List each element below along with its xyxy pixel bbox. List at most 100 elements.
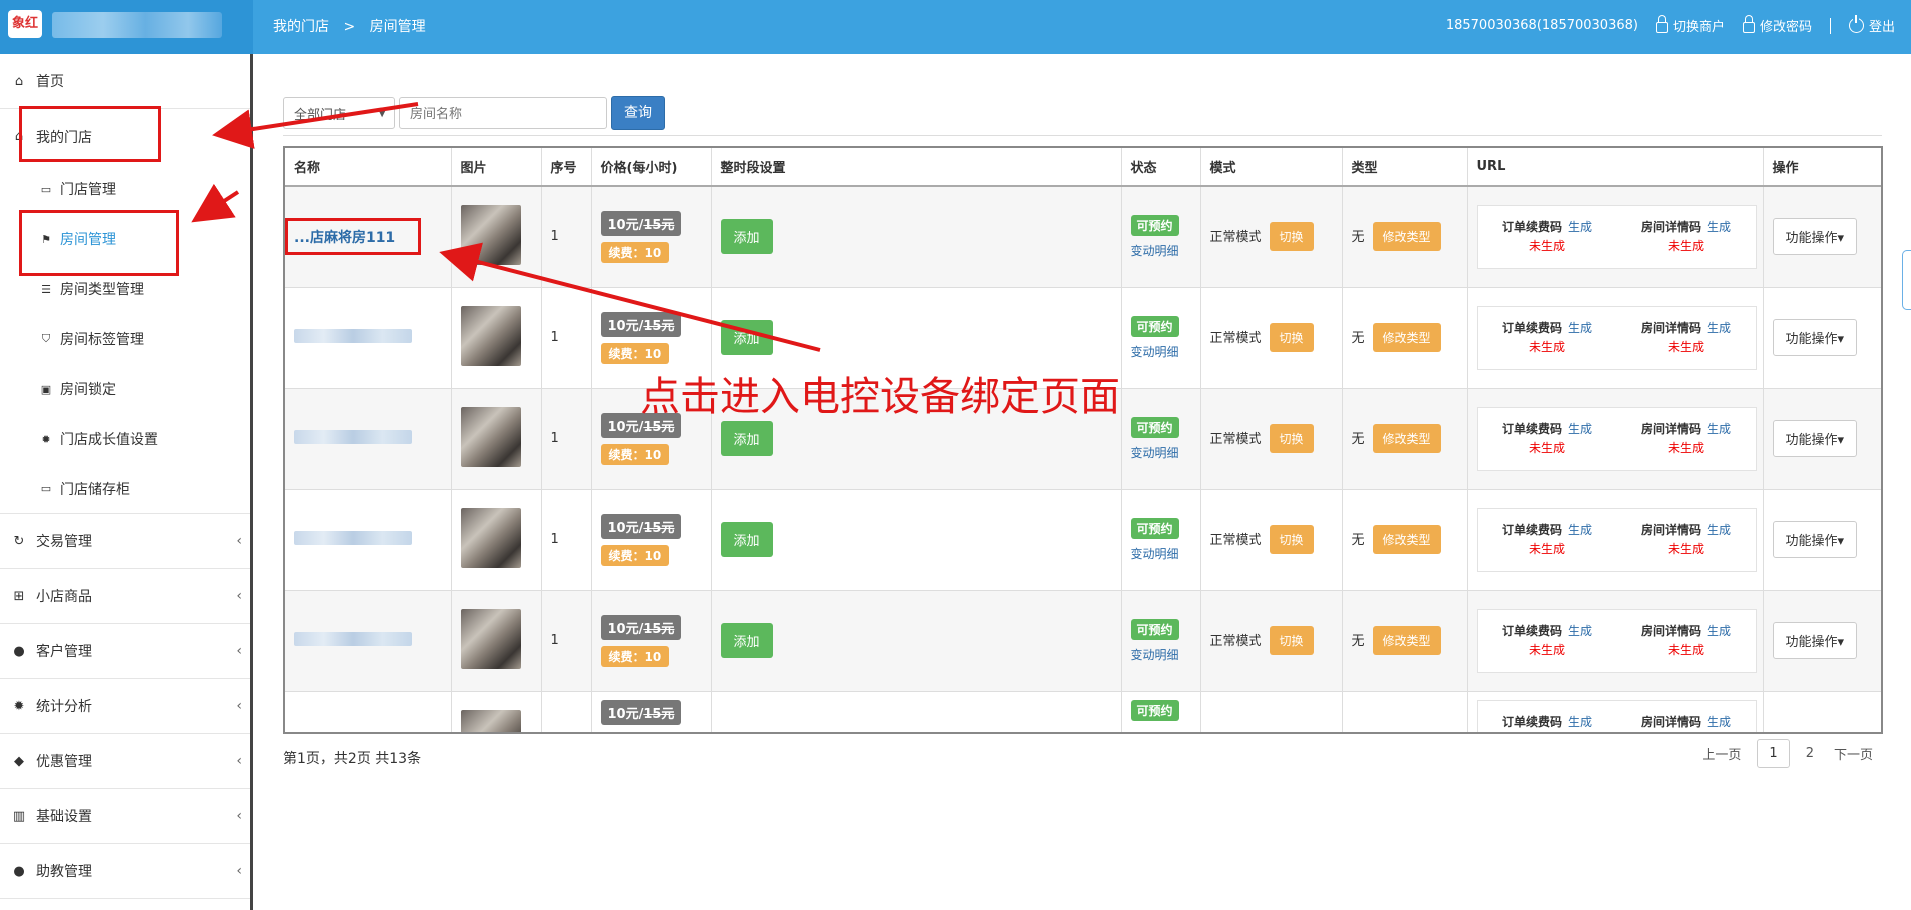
generate-link[interactable]: 生成	[1568, 220, 1592, 234]
blurred-room-name[interactable]	[294, 733, 412, 735]
column-header: URL	[1467, 148, 1764, 187]
price-cell: 10元/15元 续费：10	[591, 489, 712, 591]
column-header: 价格(每小时)	[591, 148, 712, 187]
generate-link[interactable]: 生成	[1707, 715, 1731, 729]
room-name-input[interactable]	[399, 97, 607, 129]
side-scroll-tab[interactable]	[1902, 250, 1911, 310]
name-cell	[285, 691, 452, 735]
switch-mode-button[interactable]: 切换	[1269, 323, 1314, 352]
sidebar-item-assistant-management[interactable]: ● 助教管理 ‹	[0, 844, 250, 899]
function-menu-button[interactable]: 功能操作▾	[1772, 218, 1858, 256]
change-type-button[interactable]: 修改类型	[1372, 626, 1441, 655]
image-cell	[451, 590, 542, 692]
type-cell: 无修改类型	[1342, 489, 1468, 591]
generate-link[interactable]: 生成	[1568, 715, 1592, 729]
generate-link[interactable]: 生成	[1568, 523, 1592, 537]
type-cell	[1342, 691, 1468, 732]
generate-link[interactable]: 生成	[1707, 321, 1731, 335]
not-generated-label: 未生成	[1528, 339, 1565, 354]
divider	[1829, 17, 1831, 34]
sidebar-subitem-room-lock[interactable]: ▣ 房间锁定	[0, 364, 250, 414]
sidebar-subitem-store-locker[interactable]: ▭ 门店储存柜	[0, 464, 250, 514]
user-icon: ●	[13, 643, 25, 659]
renew-badge: 续费：10	[600, 342, 670, 364]
barcode-icon: ▥	[12, 808, 26, 824]
seq-cell: 1	[541, 489, 592, 591]
not-generated-label: 未生成	[1528, 541, 1565, 556]
next-page-button[interactable]: 下一页	[1824, 738, 1883, 769]
switch-mode-button[interactable]: 切换	[1269, 525, 1314, 554]
sidebar-item-customers[interactable]: ● 客户管理 ‹	[0, 624, 250, 679]
blurred-room-name[interactable]	[294, 429, 412, 444]
generate-link[interactable]: 生成	[1707, 422, 1731, 436]
blurred-room-name[interactable]	[294, 530, 412, 545]
status-badge: 可预约	[1130, 618, 1179, 640]
status-badge: 可预约	[1130, 214, 1179, 236]
sidebar-subitem-room-management[interactable]: ⚑ 房间管理	[0, 214, 250, 264]
sidebar-item-basic-settings[interactable]: ▥ 基础设置 ‹	[0, 789, 250, 844]
sidebar-subitem-store-management[interactable]: ▭ 门店管理	[0, 164, 250, 214]
switch-mode-button[interactable]: 切换	[1269, 222, 1314, 252]
change-type-button[interactable]: 修改类型	[1372, 525, 1441, 554]
page-1-button[interactable]: 1	[1757, 739, 1790, 768]
add-period-button[interactable]: 添加	[720, 421, 773, 456]
change-type-button[interactable]: 修改类型	[1372, 323, 1441, 352]
column-header: 图片	[451, 148, 542, 187]
page-2-button[interactable]: 2	[1796, 740, 1824, 767]
room-name-link[interactable]: ...店麻将房111	[294, 230, 395, 246]
function-menu-button[interactable]: 功能操作▾	[1772, 521, 1858, 558]
add-period-button[interactable]: 添加	[720, 522, 773, 557]
column-header: 模式	[1200, 148, 1343, 187]
prev-page-button[interactable]: 上一页	[1692, 738, 1751, 769]
inbox-icon: ▭	[40, 482, 52, 495]
generate-link[interactable]: 生成	[1568, 422, 1592, 436]
function-menu-button[interactable]: 功能操作▾	[1772, 319, 1858, 356]
table-header-row: 名称 图片 序号 价格(每小时) 整时段设置 状态 模式 类型 URL 操作	[285, 148, 1881, 187]
generate-link[interactable]: 生成	[1707, 523, 1731, 537]
change-detail-link[interactable]: 变动明细	[1131, 444, 1200, 461]
change-detail-link[interactable]: 变动明细	[1131, 343, 1200, 360]
sidebar-subitem-room-type-management[interactable]: ☰ 房间类型管理	[0, 264, 250, 314]
type-cell: 无修改类型	[1342, 186, 1468, 288]
change-detail-link[interactable]: 变动明细	[1131, 242, 1200, 259]
url-box: 订单续费码 生成 未生成 房间详情码 生成 未生成	[1476, 608, 1757, 673]
change-type-button[interactable]: 修改类型	[1372, 424, 1441, 453]
switch-mode-button[interactable]: 切换	[1269, 424, 1314, 453]
add-period-button[interactable]: 添加	[720, 219, 773, 255]
logout-link[interactable]: 登出	[1848, 15, 1895, 35]
renew-badge: 续费：10	[600, 241, 670, 263]
function-menu-button[interactable]: 功能操作▾	[1772, 420, 1858, 457]
op-cell: 功能操作▾	[1763, 388, 1881, 490]
sidebar-subitem-label: 房间类型管理	[60, 282, 144, 298]
query-button[interactable]: 查询	[611, 96, 665, 130]
breadcrumb-my-store[interactable]: 我的门店	[273, 19, 329, 35]
change-type-button[interactable]: 修改类型	[1372, 222, 1441, 252]
sidebar-item-shop-goods[interactable]: ⊞ 小店商品 ‹	[0, 569, 250, 624]
generate-link[interactable]: 生成	[1707, 624, 1731, 638]
sidebar-item-home[interactable]: ⌂ 首页	[0, 54, 250, 109]
logout-label: 登出	[1868, 20, 1895, 35]
change-detail-link[interactable]: 变动明细	[1131, 545, 1200, 562]
store-select[interactable]: 全部门店 ▼	[283, 97, 395, 129]
blurred-room-name[interactable]	[294, 328, 412, 343]
change-password-link[interactable]: 修改密码	[1742, 15, 1812, 35]
add-period-button[interactable]: 添加	[720, 623, 773, 658]
blurred-room-name[interactable]	[294, 631, 412, 646]
sidebar-subitem-store-growth[interactable]: ✹ 门店成长值设置	[0, 414, 250, 464]
column-header: 操作	[1763, 148, 1881, 187]
logo-area: 象红	[0, 0, 253, 54]
generate-link[interactable]: 生成	[1568, 321, 1592, 335]
sidebar-item-discounts[interactable]: ◆ 优惠管理 ‹	[0, 734, 250, 789]
sidebar-item-my-store[interactable]: ⌂ 我的门店 ⌄	[0, 109, 250, 164]
generate-link[interactable]: 生成	[1707, 220, 1731, 234]
generate-link[interactable]: 生成	[1568, 624, 1592, 638]
sidebar-subitem-room-tag-management[interactable]: ⛉ 房间标签管理	[0, 314, 250, 364]
add-period-button[interactable]: 添加	[720, 320, 773, 355]
switch-mode-button[interactable]: 切换	[1269, 626, 1314, 655]
switch-merchant-link[interactable]: 切换商户	[1655, 15, 1725, 35]
mode-label: 正常模式	[1209, 634, 1262, 649]
sidebar-item-statistics[interactable]: ✹ 统计分析 ‹	[0, 679, 250, 734]
sidebar-item-transactions[interactable]: ↻ 交易管理 ‹	[0, 514, 250, 569]
function-menu-button[interactable]: 功能操作▾	[1772, 622, 1858, 659]
change-detail-link[interactable]: 变动明细	[1131, 646, 1200, 663]
